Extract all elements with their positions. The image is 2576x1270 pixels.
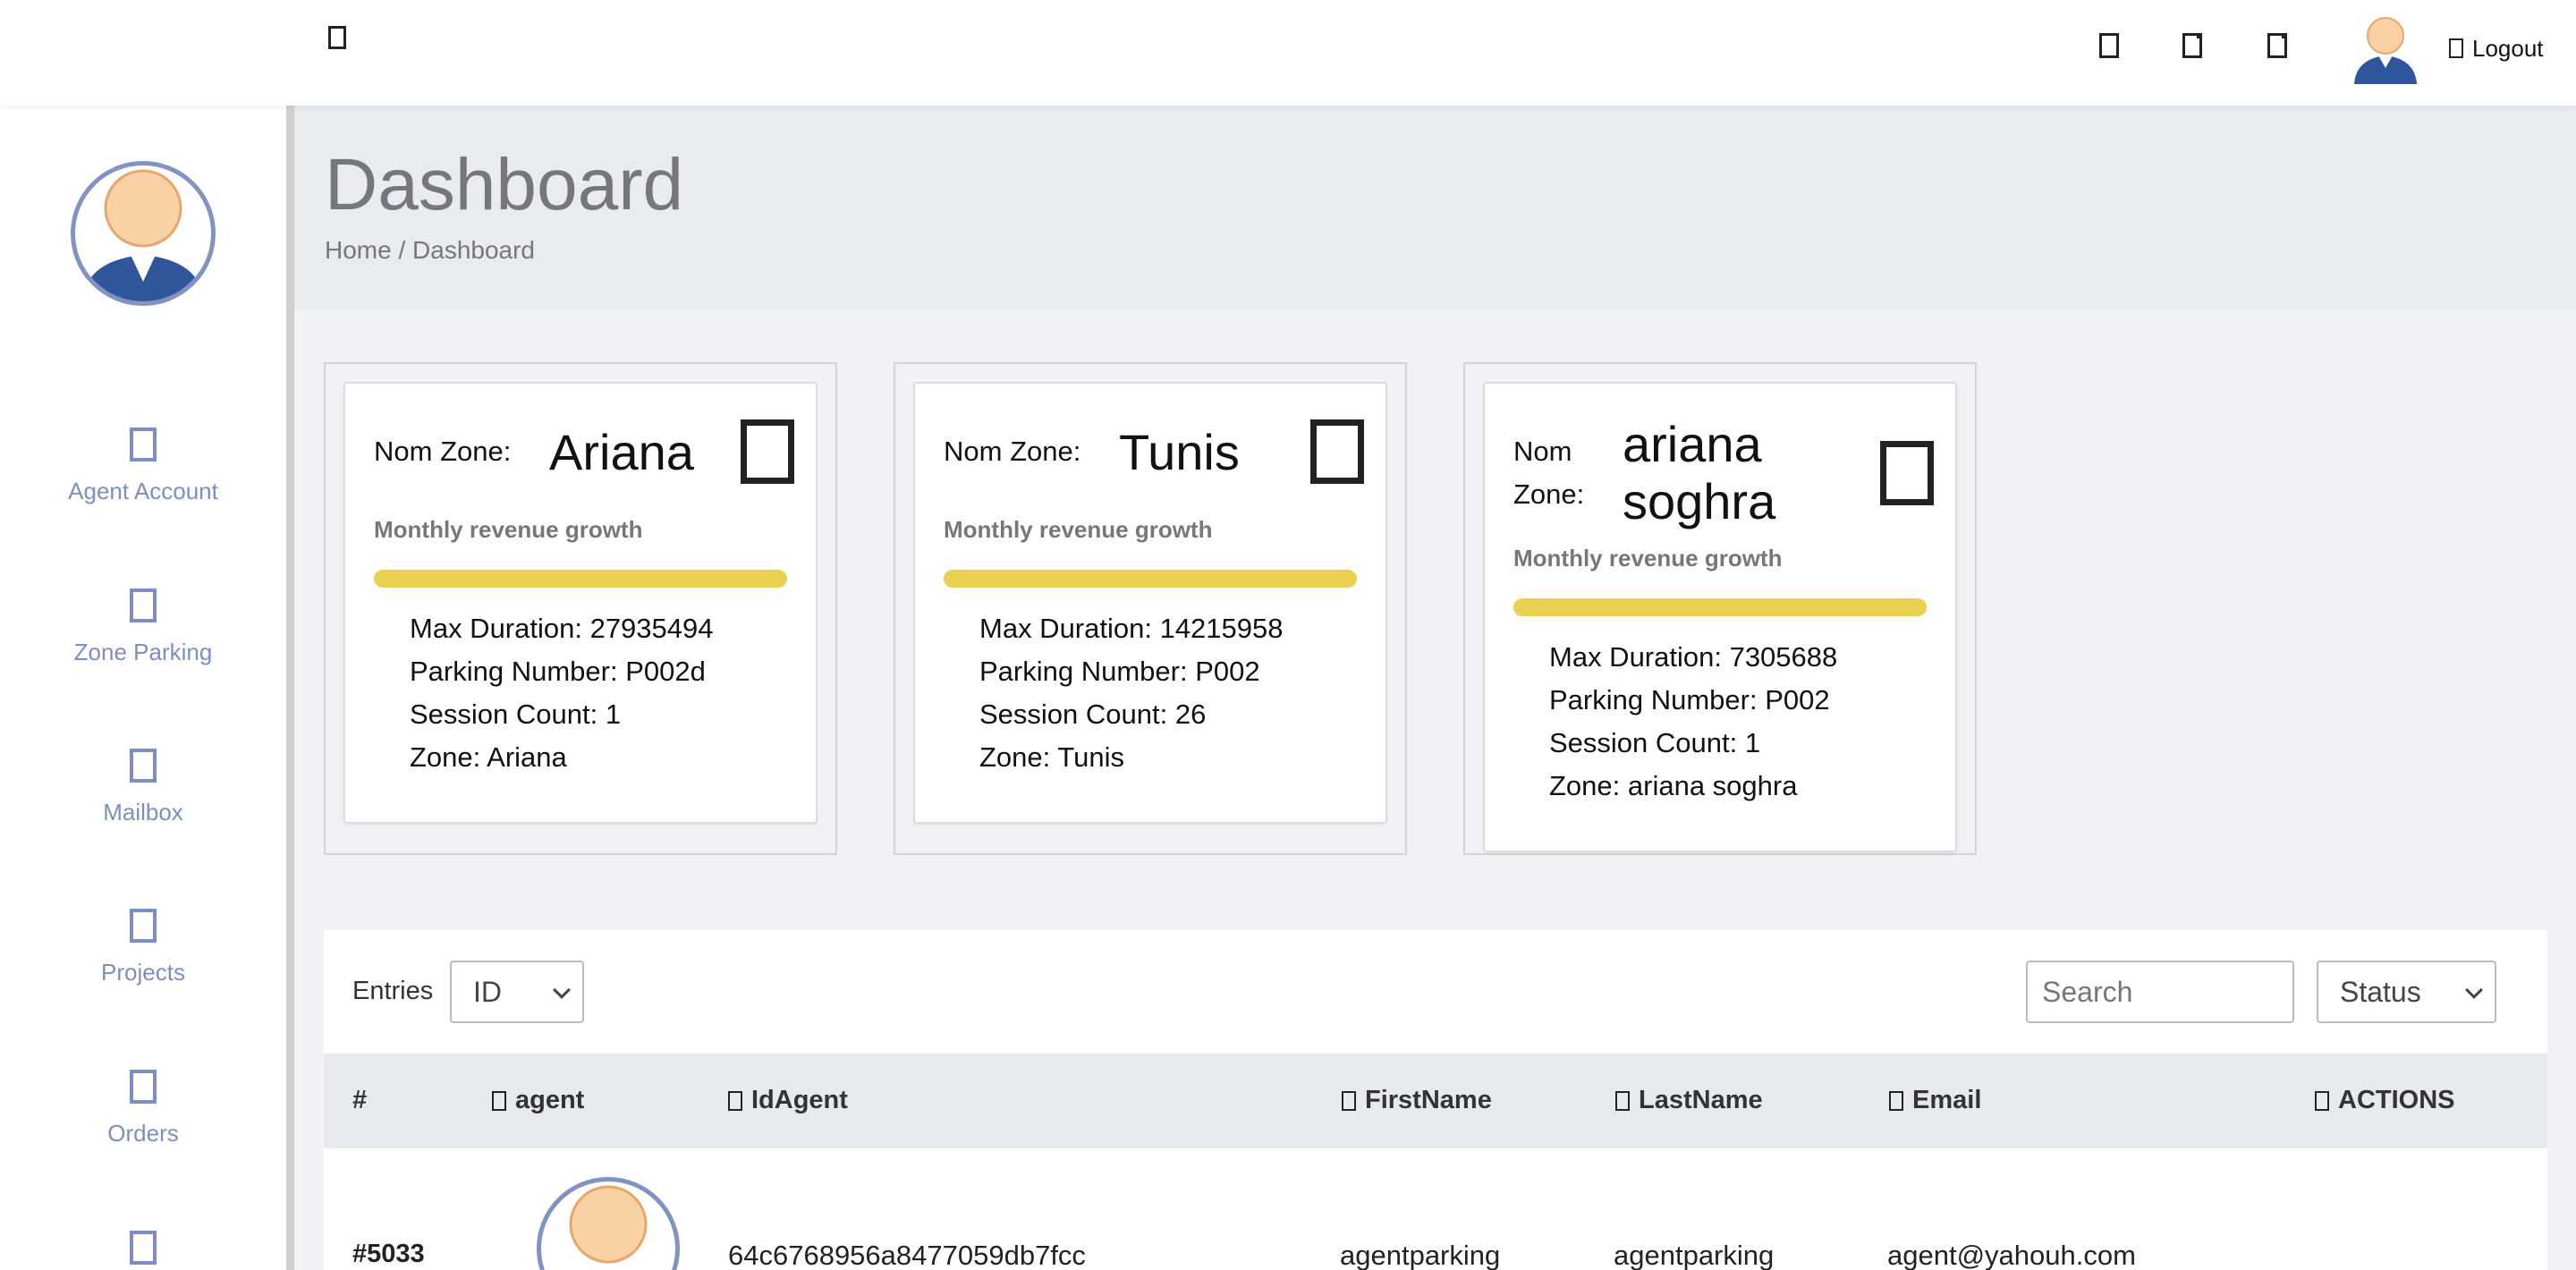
column-header-number[interactable]: # bbox=[352, 1086, 367, 1115]
zone-value: Zone: Ariana bbox=[410, 741, 567, 773]
growth-bar bbox=[374, 570, 787, 588]
orders-icon bbox=[130, 1070, 157, 1104]
user-avatar[interactable] bbox=[2349, 11, 2422, 84]
cell-lastname: agentparking bbox=[1614, 1240, 1775, 1270]
parking-number: Parking Number: P002 bbox=[1549, 684, 1830, 715]
parking-number: Parking Number: P002 bbox=[979, 656, 1260, 687]
sort-icon bbox=[492, 1090, 506, 1111]
agent-account-icon bbox=[130, 428, 157, 461]
cell-idagent: 64c6768956a8477059db7fcc bbox=[728, 1240, 1086, 1270]
zone-icon bbox=[1880, 441, 1934, 505]
entries-label: Entries bbox=[352, 977, 434, 1005]
growth-bar bbox=[944, 570, 1357, 588]
zone-card-body: Nom Zone: Ariana Monthly revenue growth … bbox=[343, 382, 818, 824]
sort-icon bbox=[1342, 1090, 1356, 1111]
zone-stats: Max Duration: 27935494 Parking Number: P… bbox=[410, 607, 714, 779]
sidebar-avatar bbox=[71, 161, 216, 306]
zone-icon bbox=[1310, 419, 1364, 484]
zone-name: Tunis bbox=[1119, 423, 1240, 480]
sidebar-item-label: Orders bbox=[107, 1120, 179, 1147]
max-duration: Max Duration: 7305688 bbox=[1549, 641, 1838, 673]
zone-parking-icon bbox=[130, 588, 157, 622]
parking-number: Parking Number: P002d bbox=[410, 656, 706, 687]
projects-icon bbox=[130, 909, 157, 943]
growth-text: Monthly revenue growth bbox=[374, 516, 643, 543]
sidebar-item-zone-parking[interactable]: Zone Parking bbox=[0, 588, 286, 666]
column-header-agent[interactable]: agent bbox=[492, 1086, 584, 1115]
zone-label: Nom Zone: bbox=[1513, 436, 1585, 510]
sidebar-item-agent-account[interactable]: Agent Account bbox=[0, 428, 286, 505]
actions-icon bbox=[2315, 1090, 2329, 1111]
zone-label: Nom Zone: bbox=[944, 436, 1081, 467]
zone-card-ariana-soghra: Nom Zone: ariana soghra Monthly revenue gr… bbox=[1463, 362, 1977, 855]
cell-email: agent@yahouh.com bbox=[1887, 1240, 2136, 1270]
zone-value: Zone: ariana soghra bbox=[1549, 770, 1798, 801]
zone-card-tunis: Nom Zone: Tunis Monthly revenue growth M… bbox=[894, 362, 1407, 855]
sidebar-item-mailbox[interactable]: Mailbox bbox=[0, 749, 286, 826]
cell-id: #5033 bbox=[352, 1240, 425, 1268]
max-duration: Max Duration: 14215958 bbox=[979, 613, 1284, 644]
session-count: Session Count: 1 bbox=[410, 698, 622, 730]
chevron-down-icon bbox=[553, 981, 571, 999]
zone-value: Zone: Tunis bbox=[979, 741, 1124, 773]
zone-stats: Max Duration: 7305688 Parking Number: P0… bbox=[1549, 636, 1837, 808]
zone-name: ariana soghra bbox=[1623, 416, 1776, 529]
column-header-firstname[interactable]: FirstName bbox=[1342, 1086, 1492, 1115]
zone-card-ariana: Nom Zone: Ariana Monthly revenue growth … bbox=[324, 362, 837, 855]
session-count: Session Count: 26 bbox=[979, 698, 1207, 730]
top-header: Logout bbox=[0, 0, 2576, 106]
breadcrumb: Home / Dashboard bbox=[325, 236, 536, 264]
more-icon bbox=[130, 1231, 157, 1265]
entries-select[interactable]: ID bbox=[450, 961, 584, 1023]
sort-icon bbox=[1889, 1090, 1903, 1111]
chevron-down-icon bbox=[2465, 981, 2483, 999]
fullscreen-icon[interactable] bbox=[2097, 30, 2122, 61]
growth-text: Monthly revenue growth bbox=[1513, 545, 1783, 572]
menu-toggle-icon[interactable] bbox=[326, 23, 349, 52]
sidebar-item-label: Projects bbox=[101, 959, 185, 986]
cell-firstname: agentparking bbox=[1340, 1240, 1501, 1270]
sidebar-scrollbar[interactable] bbox=[286, 106, 294, 1270]
mailbox-icon bbox=[130, 749, 157, 783]
sidebar-item-orders[interactable]: Orders bbox=[0, 1070, 286, 1147]
growth-text: Monthly revenue growth bbox=[944, 516, 1213, 543]
growth-bar bbox=[1513, 598, 1927, 616]
sort-icon bbox=[728, 1090, 742, 1111]
sidebar-item-label: Mailbox bbox=[103, 799, 183, 826]
column-header-email[interactable]: Email bbox=[1889, 1086, 1981, 1115]
logout-icon bbox=[2449, 38, 2463, 58]
status-select[interactable]: Status bbox=[2317, 961, 2496, 1023]
sort-icon bbox=[1615, 1090, 1630, 1111]
session-count: Session Count: 1 bbox=[1549, 727, 1761, 758]
page-title: Dashboard bbox=[325, 144, 684, 225]
sidebar-item-label: Agent Account bbox=[68, 478, 218, 504]
column-header-lastname[interactable]: LastName bbox=[1615, 1086, 1763, 1115]
zone-card-body: Nom Zone: Tunis Monthly revenue growth M… bbox=[913, 382, 1387, 824]
search-input[interactable] bbox=[2026, 961, 2294, 1023]
sidebar-item-projects[interactable]: Projects bbox=[0, 909, 286, 986]
logout-label: Logout bbox=[2472, 34, 2544, 62]
zone-icon bbox=[741, 419, 794, 484]
logout-button[interactable]: Logout bbox=[2449, 32, 2544, 64]
sidebar-item-label: Zone Parking bbox=[73, 639, 213, 665]
zone-name: Ariana bbox=[549, 423, 694, 480]
zone-stats: Max Duration: 14215958 Parking Number: P… bbox=[979, 607, 1284, 779]
column-header-actions: ACTIONS bbox=[2315, 1086, 2455, 1115]
sidebar-item-more[interactable] bbox=[0, 1231, 286, 1265]
zone-label: Nom Zone: bbox=[374, 436, 512, 467]
zone-card-body: Nom Zone: ariana soghra Monthly revenue gr… bbox=[1483, 382, 1957, 852]
notification-icon[interactable] bbox=[2180, 30, 2205, 61]
column-header-idagent[interactable]: IdAgent bbox=[728, 1086, 848, 1115]
max-duration: Max Duration: 27935494 bbox=[410, 613, 714, 644]
messages-icon[interactable] bbox=[2265, 30, 2290, 61]
